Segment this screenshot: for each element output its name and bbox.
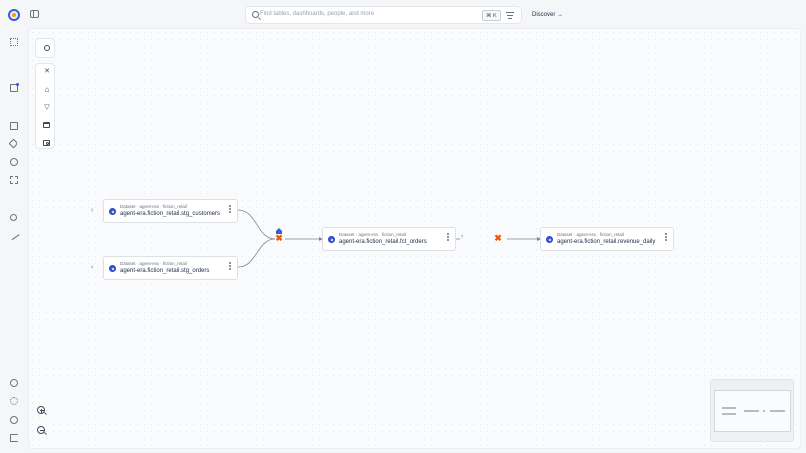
lineage-canvas[interactable]: ✕ ⌂ ▽ ‹ Dataset · agent-era · fiction_re… (28, 28, 801, 449)
help-icon[interactable] (10, 416, 18, 424)
logout-icon[interactable] (10, 434, 18, 442)
user-settings-icon[interactable] (10, 379, 18, 387)
top-bar: Find tables, dashboards, people, and mor… (0, 0, 806, 29)
dataset-icon (328, 236, 335, 243)
search-shortcut-badge: ⌘ K (482, 10, 501, 21)
gear-icon[interactable] (10, 397, 18, 405)
sidebar-toggle-icon[interactable] (30, 10, 39, 18)
connections-icon[interactable] (10, 214, 17, 221)
lineage-node-revenue-daily[interactable]: Dataset · agent-era · fiction_retail age… (540, 227, 674, 251)
tag-icon[interactable] (8, 138, 19, 149)
node-meta: Dataset · agent-era · fiction_retail (557, 232, 624, 237)
minimap-node (722, 407, 736, 409)
library-icon[interactable] (10, 176, 18, 184)
lineage-node-stg-customers[interactable]: ‹ Dataset · agent-era · fiction_retail a… (91, 199, 238, 223)
node-meta: Dataset · agent-era · fiction_retail (339, 232, 406, 237)
more-options-icon[interactable] (229, 205, 231, 214)
zoom-out-icon[interactable] (37, 426, 47, 435)
home-marker-icon (275, 222, 283, 234)
expand-upstream-chevron-icon[interactable]: ‹ (91, 207, 93, 214)
trending-icon[interactable] (9, 230, 20, 241)
transform-node-icon[interactable]: ✖ (494, 234, 502, 243)
edge-stg-customers-to-join (237, 209, 276, 240)
lineage-node-fct-orders[interactable]: Dataset · agent-era · fiction_retail age… (322, 227, 456, 251)
node-title[interactable]: agent-era.fiction_retail.revenue_daily (557, 239, 655, 245)
glossary-icon[interactable] (10, 122, 18, 130)
minimap-viewport[interactable] (714, 390, 791, 432)
zoom-in-icon[interactable] (37, 406, 47, 415)
minimap-node (763, 410, 765, 412)
discover-link[interactable]: Discover → (532, 12, 563, 18)
node-title[interactable]: agent-era.fiction_retail.stg_orders (120, 268, 209, 274)
more-options-icon[interactable] (229, 262, 231, 271)
transform-node-icon[interactable]: ✖ (275, 234, 283, 243)
global-search-bar[interactable]: Find tables, dashboards, people, and mor… (245, 6, 522, 24)
search-filter-icon[interactable] (506, 12, 514, 19)
edge-stg-orders-to-join (237, 238, 276, 268)
dataset-icon (109, 208, 116, 215)
node-title[interactable]: agent-era.fiction_retail.stg_customers (120, 211, 220, 217)
minimap-node (744, 410, 759, 412)
left-nav-rail (0, 29, 28, 453)
minimap[interactable] (710, 379, 794, 442)
minimap-node (722, 413, 736, 415)
node-meta: Dataset · agent-era · fiction_retail (120, 204, 187, 209)
search-icon (252, 11, 259, 18)
more-options-icon[interactable] (665, 233, 667, 242)
notification-dot (16, 83, 19, 86)
dataset-icon (546, 236, 553, 243)
lineage-node-stg-orders[interactable]: ‹ Dataset · agent-era · fiction_retail a… (91, 256, 238, 280)
node-meta: Dataset · agent-era · fiction_retail (120, 261, 187, 266)
app-logo-icon[interactable] (8, 9, 20, 21)
collapse-chevron-icon[interactable]: ‹ (461, 233, 463, 240)
minimap-node (770, 410, 785, 412)
search-input[interactable]: Find tables, dashboards, people, and mor… (260, 11, 374, 17)
apps-grid-icon[interactable] (10, 38, 18, 46)
expand-upstream-chevron-icon[interactable]: ‹ (91, 264, 93, 271)
more-options-icon[interactable] (447, 233, 449, 242)
globe-icon[interactable] (10, 158, 18, 166)
dataset-icon (109, 265, 116, 272)
node-title[interactable]: agent-era.fiction_retail.fct_orders (339, 239, 427, 245)
